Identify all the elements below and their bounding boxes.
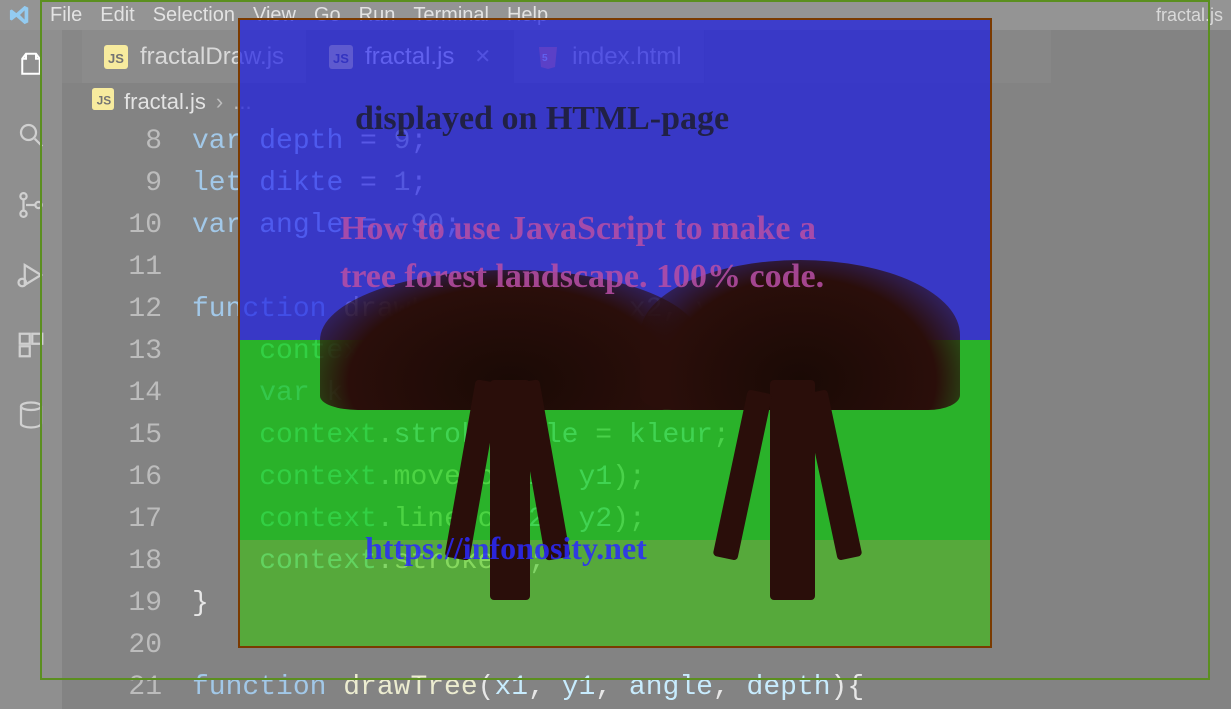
vscode-logo-icon [8,3,32,27]
overlay-url: https://infonosity.net [365,530,647,567]
line-number: 10 [62,205,162,247]
breadcrumb-file: fractal.js [124,89,206,115]
overlay-caption-top: displayed on HTML-page [355,100,729,138]
menu-selection[interactable]: Selection [153,4,235,27]
line-number: 13 [62,331,162,373]
search-icon[interactable] [14,118,48,152]
line-number: 11 [62,247,162,289]
line-number: 18 [62,541,162,583]
js-file-icon: JS [92,88,114,116]
extensions-icon[interactable] [14,328,48,362]
titlebar-filename: fractal.js [1156,5,1223,26]
menu-edit[interactable]: Edit [100,4,134,27]
line-number: 15 [62,415,162,457]
line-number: 12 [62,289,162,331]
svg-text:JS: JS [108,51,124,66]
js-file-icon: JS [104,45,128,69]
line-number: 21 [62,667,162,709]
code-line[interactable]: function drawTree(x1, y1, angle, depth){ [192,667,1051,709]
explorer-icon[interactable] [14,48,48,82]
menu-file[interactable]: File [50,4,82,27]
line-number: 9 [62,163,162,205]
line-number: 16 [62,457,162,499]
line-number: 20 [62,625,162,667]
database-icon[interactable] [14,398,48,432]
line-number: 17 [62,499,162,541]
run-debug-icon[interactable] [14,258,48,292]
source-control-icon[interactable] [14,188,48,222]
line-number: 14 [62,373,162,415]
chevron-right-icon: › [216,89,223,115]
overlay-title: How to use JavaScript to make a tree for… [340,205,840,300]
line-number: 8 [62,121,162,163]
line-gutter: 89101112131415161718192021 [62,121,192,709]
svg-text:JS: JS [97,94,112,108]
minimap-area[interactable] [1051,30,1231,709]
activity-bar [0,30,62,709]
line-number: 19 [62,583,162,625]
